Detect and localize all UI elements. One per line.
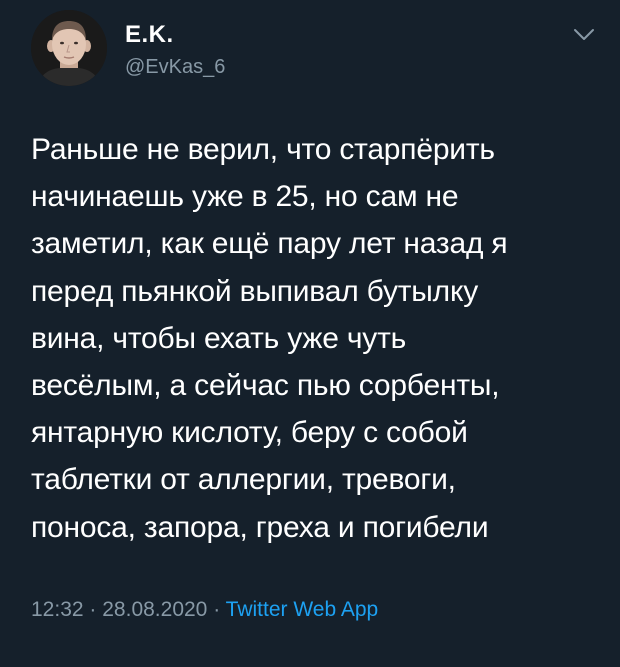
- tweet-text: Раньше не верил, что старпёрить начинаеш…: [31, 133, 508, 544]
- meta-separator: ·: [89, 598, 97, 621]
- tweet-time[interactable]: 12:32: [31, 598, 84, 621]
- tweet-date[interactable]: 28.08.2020: [102, 598, 207, 621]
- chevron-down-icon[interactable]: [573, 28, 595, 42]
- meta-separator: ·: [213, 598, 221, 621]
- avatar[interactable]: [31, 10, 107, 86]
- tweet-meta: 12:32 · 28.08.2020 · Twitter Web App: [31, 596, 378, 624]
- tweet-source-link[interactable]: Twitter Web App: [226, 598, 379, 621]
- user-handle[interactable]: @EvKas_6: [125, 54, 225, 80]
- avatar-image: [31, 10, 107, 86]
- user-info: E.K. @EvKas_6: [125, 20, 225, 80]
- display-name[interactable]: E.K.: [125, 20, 225, 50]
- tweet-card: E.K. @EvKas_6 Раньше не верил, что старп…: [0, 0, 620, 667]
